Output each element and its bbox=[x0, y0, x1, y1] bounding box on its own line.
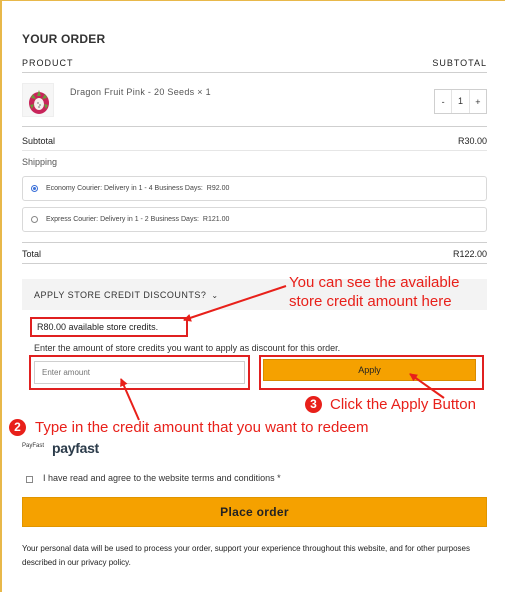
step-2-badge: 2 bbox=[9, 419, 26, 436]
product-name-text[interactable]: Dragon Fruit Pink - 20 Seeds bbox=[70, 87, 194, 97]
shipping-option-express[interactable]: Express Courier: Delivery in 1 - 2 Busin… bbox=[22, 207, 487, 232]
payfast-logo: payfast bbox=[52, 440, 99, 456]
store-credit-toggle[interactable]: APPLY STORE CREDIT DISCOUNTS? ⌄ bbox=[34, 290, 219, 300]
shipping-option-price: R121.00 bbox=[202, 216, 230, 223]
terms-label[interactable]: I have read and agree to the website ter… bbox=[43, 473, 281, 483]
quantity-increase-button[interactable]: + bbox=[470, 97, 486, 107]
total-value: R122.00 bbox=[452, 249, 487, 259]
terms-checkbox[interactable] bbox=[26, 476, 33, 483]
product-quantity-label: × 1 bbox=[197, 87, 211, 97]
total-label: Total bbox=[22, 249, 42, 259]
shipping-label: Shipping bbox=[22, 157, 58, 167]
annotation-available-line2: store credit amount here bbox=[289, 293, 452, 310]
payfast-radio-label[interactable]: PayFast bbox=[22, 443, 44, 449]
divider bbox=[22, 242, 487, 243]
product-name[interactable]: Dragon Fruit Pink - 20 Seeds × 1 bbox=[70, 87, 211, 97]
order-title: YOUR ORDER bbox=[22, 32, 106, 46]
radio-unselected[interactable] bbox=[31, 216, 38, 223]
divider bbox=[22, 263, 487, 264]
shipping-option-economy[interactable]: Economy Courier: Delivery in 1 - 4 Busin… bbox=[22, 176, 487, 201]
store-credit-toggle-label[interactable]: APPLY STORE CREDIT DISCOUNTS? bbox=[34, 290, 206, 300]
subtotal-column-header: SUBTOTAL bbox=[432, 58, 487, 68]
shipping-option-label: Economy Courier: Delivery in 1 - 4 Busin… bbox=[46, 185, 203, 192]
subtotal-value: R30.00 bbox=[457, 136, 487, 146]
shipping-option-label: Express Courier: Delivery in 1 - 2 Busin… bbox=[46, 216, 199, 223]
annotation-enter-amount: Type in the credit amount that you want … bbox=[35, 419, 369, 436]
available-credit-text: R80.00 available store credits. bbox=[30, 317, 188, 337]
radio-selected[interactable] bbox=[31, 185, 38, 192]
privacy-notice: Your personal data will be used to proce… bbox=[22, 544, 470, 567]
annotation-apply: Click the Apply Button bbox=[330, 396, 476, 413]
divider bbox=[22, 126, 487, 127]
dragon-fruit-image bbox=[29, 90, 49, 114]
apply-credit-button[interactable]: Apply bbox=[263, 359, 476, 381]
chevron-down-icon[interactable]: ⌄ bbox=[211, 291, 218, 300]
subtotal-label: Subtotal bbox=[22, 136, 56, 146]
step-3-badge: 3 bbox=[305, 396, 322, 413]
divider bbox=[22, 150, 487, 151]
divider bbox=[22, 72, 487, 73]
credit-instruction: Enter the amount of store credits you wa… bbox=[34, 343, 341, 353]
quantity-decrease-button[interactable]: - bbox=[435, 97, 451, 107]
frame-border-top bbox=[0, 0, 505, 1]
credit-amount-input[interactable] bbox=[34, 361, 245, 384]
quantity-stepper[interactable]: - 1 + bbox=[434, 89, 487, 114]
product-thumbnail bbox=[22, 83, 54, 117]
quantity-value[interactable]: 1 bbox=[451, 90, 470, 113]
place-order-button[interactable]: Place order bbox=[22, 497, 487, 527]
product-column-header: PRODUCT bbox=[22, 58, 74, 68]
annotation-available-line1: You can see the available bbox=[289, 274, 460, 291]
shipping-option-price: R92.00 bbox=[206, 185, 230, 192]
frame-border-left bbox=[0, 0, 2, 592]
